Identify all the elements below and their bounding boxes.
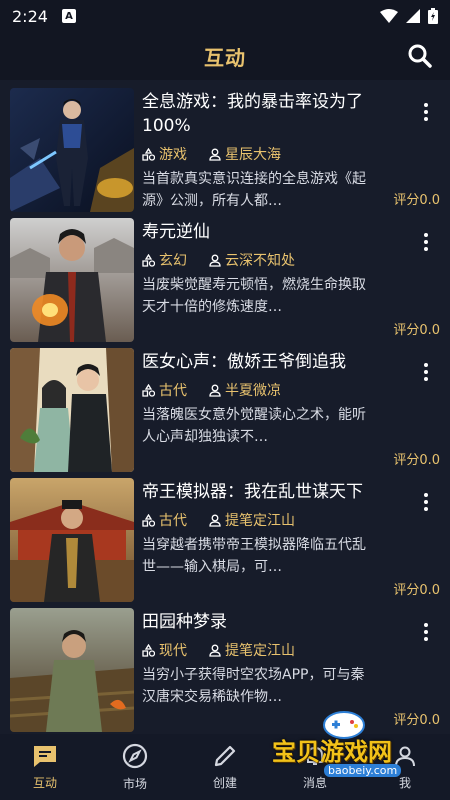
author-name: 提笔定江山 — [225, 643, 295, 659]
story-rating: 评分0.0 — [393, 453, 440, 468]
story-cover-image[interactable] — [10, 218, 134, 342]
author-name: 半夏微凉 — [225, 383, 281, 399]
genre-label: 现代 — [159, 643, 187, 659]
genre-tag: 玄幻 — [142, 250, 187, 270]
story-card[interactable]: 全息游戏：我的暴击率设为了100% 游戏 星辰大海 当首款真实意识连接的全息游戏… — [10, 88, 440, 212]
more-options-icon[interactable] — [422, 102, 430, 122]
nav-item-me[interactable]: 我 — [360, 734, 450, 800]
story-description: 当落魄医女意外觉醒读心之术，能听人心声却独独读不… — [142, 407, 366, 445]
genre-tag: 游戏 — [142, 144, 187, 164]
story-info: 帝王模拟器：我在乱世谋天下 古代 提笔定江山 当穿越者携带帝王模拟器降临五代乱世… — [134, 478, 440, 602]
status-time: 2:24 — [12, 6, 48, 26]
nav-item-market[interactable]: 市场 — [90, 734, 180, 800]
story-list[interactable]: 全息游戏：我的暴击率设为了100% 游戏 星辰大海 当首款真实意识连接的全息游戏… — [0, 84, 450, 734]
nav-label: 创建 — [212, 775, 237, 790]
story-description: 当穿越者携带帝王模拟器降临五代乱世——输入棋局，可… — [142, 537, 366, 575]
author-name: 提笔定江山 — [225, 513, 295, 529]
story-meta: 古代 提笔定江山 — [142, 510, 440, 530]
nav-item-messages[interactable]: 消息 — [270, 734, 360, 800]
nav-label: 我 — [398, 775, 411, 790]
story-info: 全息游戏：我的暴击率设为了100% 游戏 星辰大海 当首款真实意识连接的全息游戏… — [134, 88, 440, 212]
story-meta: 现代 提笔定江山 — [142, 640, 440, 660]
person-icon — [209, 254, 221, 267]
story-title[interactable]: 寿元逆仙 — [142, 220, 392, 244]
story-description: 当废柴觉醒寿元顿悟，燃烧生命换取天才十倍的修炼速度… — [142, 277, 366, 315]
story-cover-image[interactable] — [10, 608, 134, 732]
category-icon — [142, 383, 155, 397]
genre-label: 古代 — [159, 383, 187, 399]
author-tag: 半夏微凉 — [209, 380, 281, 400]
person-icon — [395, 746, 415, 766]
person-icon — [209, 148, 221, 161]
signal-icon — [406, 9, 420, 23]
story-cover-image[interactable] — [10, 348, 134, 472]
story-meta: 古代 半夏微凉 — [142, 380, 440, 400]
search-icon[interactable] — [406, 42, 434, 70]
story-meta: 游戏 星辰大海 — [142, 144, 440, 164]
story-info: 寿元逆仙 玄幻 云深不知处 当废柴觉醒寿元顿悟，燃烧生命换取天才十倍的修炼速度…… — [134, 218, 440, 342]
category-icon — [142, 643, 155, 657]
nav-label: 市场 — [122, 776, 147, 791]
author-tag: 提笔定江山 — [209, 510, 295, 530]
nav-label: 消息 — [302, 775, 327, 790]
story-card[interactable]: 帝王模拟器：我在乱世谋天下 古代 提笔定江山 当穿越者携带帝王模拟器降临五代乱世… — [10, 478, 440, 602]
bell-icon — [307, 746, 323, 765]
status-bar: 2:24 A — [0, 0, 450, 32]
nav-item-create[interactable]: 创建 — [180, 734, 270, 800]
story-title[interactable]: 帝王模拟器：我在乱世谋天下 — [142, 480, 392, 504]
author-tag: 星辰大海 — [209, 144, 281, 164]
nav-label: 互动 — [32, 775, 57, 790]
nav-item-interaction[interactable]: 互动 — [0, 734, 90, 800]
author-tag: 提笔定江山 — [209, 640, 295, 660]
story-info: 医女心声：傲娇王爷倒追我 古代 半夏微凉 当落魄医女意外觉醒读心之术，能听人心声… — [134, 348, 440, 472]
author-tag: 云深不知处 — [209, 250, 295, 270]
compass-icon — [122, 743, 148, 768]
story-cover-image[interactable] — [10, 478, 134, 602]
story-rating: 评分0.0 — [393, 323, 440, 338]
chat-icon — [34, 745, 56, 767]
story-info: 田园种梦录 现代 提笔定江山 当穷小子获得时空农场APP，可与秦汉唐宋交易稀缺作… — [134, 608, 440, 732]
person-icon — [209, 384, 221, 397]
genre-tag: 现代 — [142, 640, 187, 660]
page-title: 互动 — [204, 45, 246, 70]
author-name: 星辰大海 — [225, 147, 281, 163]
category-icon — [142, 513, 155, 527]
person-icon — [209, 644, 221, 657]
wifi-icon — [380, 9, 398, 23]
story-description: 当首款真实意识连接的全息游戏《起源》公测，所有人都… — [142, 171, 366, 209]
story-title[interactable]: 全息游戏：我的暴击率设为了100% — [142, 90, 392, 138]
genre-label: 游戏 — [159, 147, 187, 163]
genre-label: 古代 — [159, 513, 187, 529]
story-meta: 玄幻 云深不知处 — [142, 250, 440, 270]
story-title[interactable]: 医女心声：傲娇王爷倒追我 — [142, 350, 392, 374]
genre-tag: 古代 — [142, 380, 187, 400]
story-card[interactable]: 田园种梦录 现代 提笔定江山 当穷小子获得时空农场APP，可与秦汉唐宋交易稀缺作… — [10, 608, 440, 732]
story-title[interactable]: 田园种梦录 — [142, 610, 392, 634]
story-card[interactable]: 寿元逆仙 玄幻 云深不知处 当废柴觉醒寿元顿悟，燃烧生命换取天才十倍的修炼速度…… — [10, 218, 440, 342]
category-icon — [142, 147, 155, 161]
story-cover-image[interactable] — [10, 88, 134, 212]
story-card[interactable]: 医女心声：傲娇王爷倒追我 古代 半夏微凉 当落魄医女意外觉醒读心之术，能听人心声… — [10, 348, 440, 472]
story-description: 当穷小子获得时空农场APP，可与秦汉唐宋交易稀缺作物… — [142, 667, 365, 705]
more-options-icon[interactable] — [422, 622, 430, 642]
more-options-icon[interactable] — [422, 362, 430, 382]
more-options-icon[interactable] — [422, 492, 430, 512]
story-rating: 评分0.0 — [393, 193, 440, 208]
genre-tag: 古代 — [142, 510, 187, 530]
category-icon — [142, 253, 155, 267]
more-options-icon[interactable] — [422, 232, 430, 252]
story-rating: 评分0.0 — [393, 583, 440, 598]
author-name: 云深不知处 — [225, 253, 295, 269]
bottom-navigation: 互动 市场 创建 消息 我 — [0, 734, 450, 800]
app-bar: 互动 — [0, 32, 450, 80]
genre-label: 玄幻 — [159, 253, 187, 269]
battery-icon — [428, 8, 438, 24]
story-rating: 评分0.0 — [393, 713, 440, 728]
person-icon — [209, 514, 221, 527]
notification-icon: A — [61, 9, 76, 23]
pencil-icon — [214, 745, 236, 766]
